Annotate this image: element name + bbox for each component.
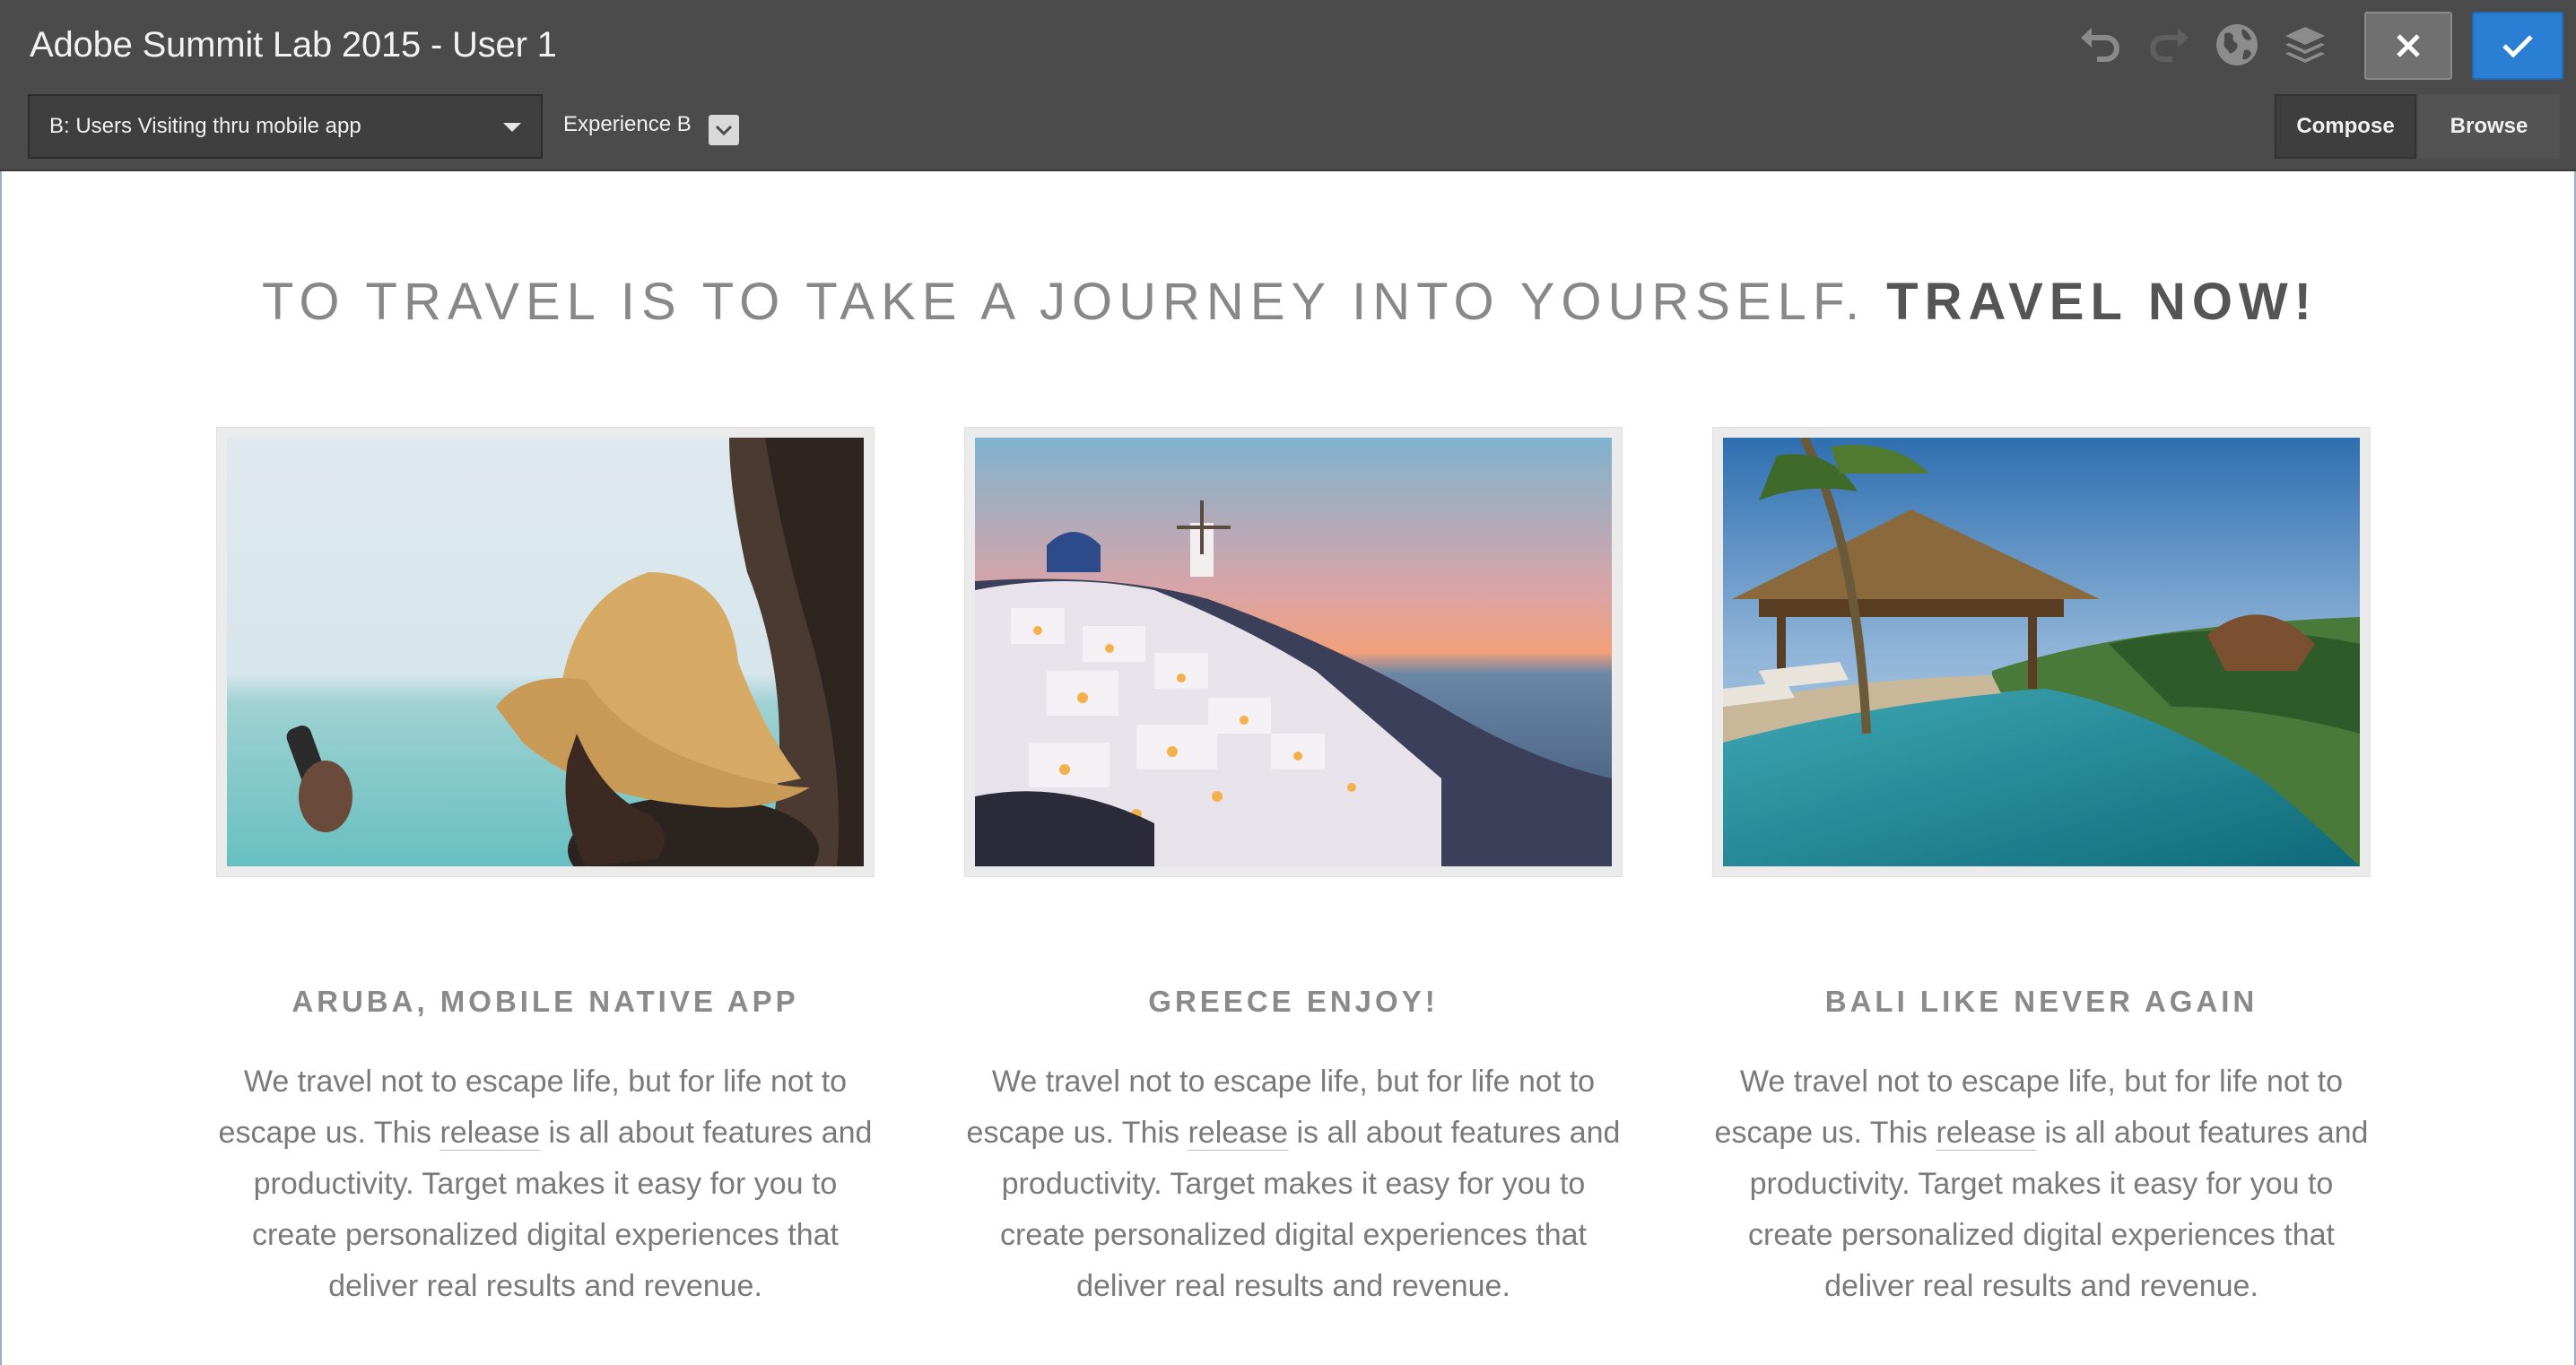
experience-label[interactable]: Experience B [563,112,692,137]
layers-button[interactable] [2280,20,2330,70]
card-title[interactable]: GREECE ENJOY! [964,985,1623,1019]
layers-icon [2285,27,2325,63]
page-preview: TO TRAVEL IS TO TAKE A JOURNEY INTO YOUR… [0,171,2576,1365]
undo-button[interactable] [2076,20,2126,70]
destination-card: ARUBA, MOBILE NATIVE APP We travel not t… [216,427,875,1312]
chevron-down-icon [503,123,521,132]
hero-heading[interactable]: TO TRAVEL IS TO TAKE A JOURNEY INTO YOUR… [2,272,2576,332]
woman-with-phone-image [227,438,864,866]
destination-card: BALI LIKE NEVER AGAIN We travel not to e… [1712,427,2371,1312]
check-icon [2502,35,2533,58]
card-title[interactable]: BALI LIKE NEVER AGAIN [1712,985,2371,1019]
hero-heading-text: TO TRAVEL IS TO TAKE A JOURNEY INTO YOUR… [262,273,1887,331]
santorini-image [975,438,1612,866]
editor-toolbar: Adobe Summit Lab 2015 - User 1 B: Users … [0,0,2576,171]
audience-select[interactable]: B: Users Visiting thru mobile app [28,94,543,159]
card-link[interactable]: release [439,1116,540,1151]
card-image[interactable] [216,427,875,877]
tab-compose[interactable]: Compose [2275,94,2416,159]
audience-select-value: B: Users Visiting thru mobile app [49,114,361,138]
confirm-button[interactable] [2472,12,2563,80]
card-body[interactable]: We travel not to escape life, but for li… [216,1056,875,1312]
undo-icon [2081,28,2119,62]
app-title: Adobe Summit Lab 2015 - User 1 [30,25,557,65]
destination-card: GREECE ENJOY! We travel not to escape li… [964,427,1623,1312]
card-body[interactable]: We travel not to escape life, but for li… [1712,1056,2371,1312]
chevron-down-icon [715,125,733,136]
mode-tabs: Compose Browse [2275,94,2560,159]
close-icon [2397,34,2420,57]
card-image[interactable] [964,427,1623,877]
experience-dropdown-button[interactable] [709,115,739,145]
hero-heading-accent: TRAVEL NOW! [1886,273,2318,331]
bali-pool-image [1723,438,2360,866]
globe-icon [2216,24,2258,65]
redo-icon [2150,28,2189,62]
card-title[interactable]: ARUBA, MOBILE NATIVE APP [216,985,875,1019]
redo-button[interactable] [2144,20,2194,70]
globe-button[interactable] [2212,20,2262,70]
card-body[interactable]: We travel not to escape life, but for li… [964,1056,1623,1312]
card-link[interactable]: release [1936,1116,2036,1151]
card-link[interactable]: release [1188,1116,1288,1151]
tab-browse[interactable]: Browse [2418,94,2560,159]
close-button[interactable] [2364,12,2452,80]
card-image[interactable] [1712,427,2371,877]
